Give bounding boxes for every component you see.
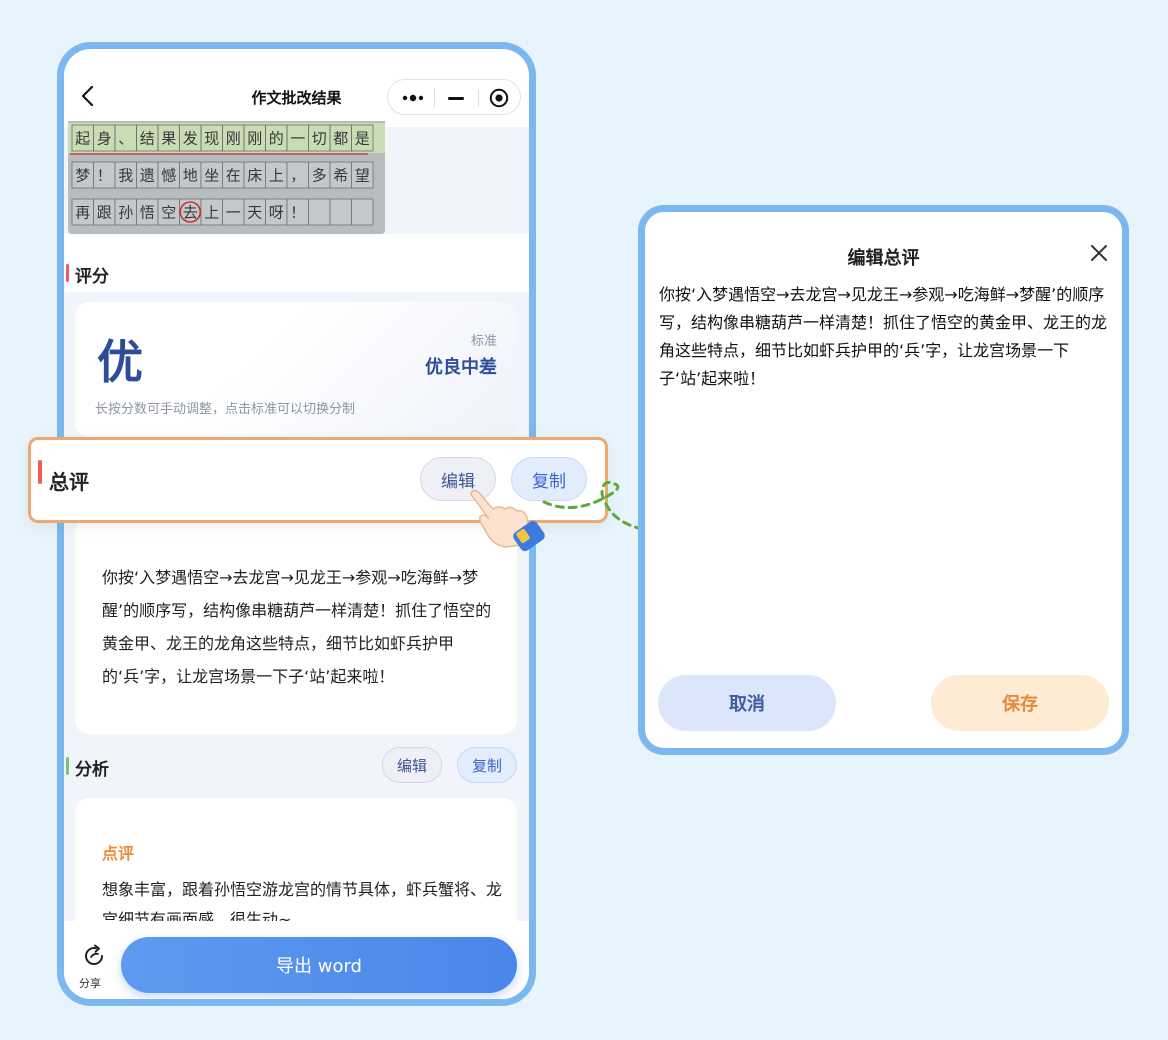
essay-character: 去 [183, 204, 198, 222]
share-icon[interactable] [83, 944, 107, 968]
essay-character: 切 [312, 130, 327, 148]
essay-grid-cell [308, 198, 331, 226]
essay-character: 发 [183, 130, 198, 148]
score-section-header: 评分 [64, 252, 529, 292]
analysis-edit-button[interactable]: 编辑 [382, 747, 442, 783]
summary-section-title: 总评 [49, 470, 89, 494]
cancel-button[interactable]: 取消 [658, 675, 836, 731]
essay-character: ！ [290, 204, 305, 222]
essay-grid-cell [351, 198, 374, 226]
dialog-title: 编辑总评 [847, 248, 920, 269]
essay-character: 悟 [140, 204, 155, 222]
edit-summary-dialog: 编辑总评 你按‘入梦遇悟空→去龙宫→见龙王→参观→吃海鲜→梦醒’的顺序写，结构像… [638, 205, 1129, 755]
essay-character: 地 [183, 167, 198, 185]
essay-character: 果 [161, 130, 176, 148]
capsule-divider [478, 89, 479, 107]
essay-character: 上 [204, 204, 219, 222]
essay-character: 刚 [247, 130, 262, 148]
dialog-text-area[interactable]: 你按‘入梦遇悟空→去龙宫→见龙王→参观→吃海鲜→梦醒’的顺序写，结构像串糖葫芦一… [659, 281, 1111, 393]
capsule-divider [434, 89, 435, 107]
section-accent-bar [38, 460, 42, 484]
essay-character: 起 [75, 130, 90, 148]
score-hint: 长按分数可手动调整，点击标准可以切换分制 [95, 402, 356, 417]
essay-character: ， [290, 167, 305, 185]
share-label[interactable]: 分享 [79, 975, 101, 991]
essay-character: 呀 [269, 204, 284, 222]
essay-character: 望 [355, 167, 370, 185]
essay-character: 坐 [204, 167, 219, 185]
essay-character: 、 [118, 130, 133, 148]
section-accent-bar [66, 264, 69, 282]
essay-character: 结 [140, 130, 155, 148]
phone-screen: 作文批改结果 起身、结果发现刚刚的一切都是梦！我遗憾地坐在床上，多希望再跟孙悟空… [64, 49, 529, 999]
close-icon[interactable] [1090, 244, 1108, 262]
essay-character: 孙 [118, 204, 133, 222]
essay-grid-cell [329, 198, 352, 226]
save-button[interactable]: 保存 [931, 675, 1109, 731]
standard-label: 标准 [470, 334, 497, 349]
summary-card: 你按‘入梦遇悟空→去龙宫→见龙王→参观→吃海鲜→梦醒’的顺序写，结构像串糖葫芦一… [75, 519, 517, 734]
more-dots-icon[interactable] [402, 90, 424, 106]
essay-character: 一 [290, 130, 305, 148]
essay-character: 遗 [140, 167, 155, 185]
essay-character: 都 [333, 130, 348, 148]
essay-character: 憾 [161, 167, 176, 185]
analysis-subtitle: 点评 [102, 844, 135, 863]
grade-value[interactable]: 优 [97, 326, 143, 392]
bottom-action-bar: 分享 导出 word [64, 921, 529, 999]
export-word-button[interactable]: 导出 word [121, 937, 517, 993]
essay-character: 一 [226, 204, 241, 222]
essay-character: 希 [333, 167, 348, 185]
section-accent-bar [66, 757, 69, 775]
essay-character: 现 [204, 130, 219, 148]
summary-text: 你按‘入梦遇悟空→去龙宫→见龙王→参观→吃海鲜→梦醒’的顺序写，结构像串糖葫芦一… [102, 568, 492, 686]
score-card: 优 标准 优良中差 长按分数可手动调整，点击标准可以切换分制 [75, 302, 517, 437]
essay-grid: 起身、结果发现刚刚的一切都是梦！我遗憾地坐在床上，多希望再跟孙悟空去上一天呀！ [68, 123, 385, 226]
essay-character: ！ [97, 167, 112, 185]
essay-character: 天 [247, 204, 262, 222]
essay-character: 身 [97, 130, 112, 148]
analysis-section-header: 分析 编辑 复制 [64, 745, 529, 785]
essay-photo[interactable]: 起身、结果发现刚刚的一切都是梦！我遗憾地坐在床上，多希望再跟孙悟空去上一天呀！ [68, 121, 385, 234]
essay-character: 的 [269, 130, 284, 148]
minus-icon[interactable] [448, 97, 464, 100]
essay-character: 刚 [226, 130, 241, 148]
analysis-section-title: 分析 [75, 760, 109, 780]
essay-character: 跟 [97, 204, 112, 222]
standard-selector[interactable]: 优良中差 [425, 353, 497, 379]
top-nav-bar: 作文批改结果 [64, 49, 529, 127]
essay-character: 多 [312, 167, 327, 185]
essay-character: 在 [226, 167, 241, 185]
target-icon[interactable] [489, 88, 509, 108]
essay-character: 再 [75, 204, 90, 222]
essay-character: 是 [355, 130, 370, 148]
essay-character: 床 [247, 167, 262, 185]
analysis-copy-button[interactable]: 复制 [457, 747, 517, 783]
mini-program-capsule [387, 79, 521, 115]
essay-character: 上 [269, 167, 284, 185]
essay-character: 我 [118, 167, 133, 185]
essay-character: 空 [161, 204, 176, 222]
essay-character: 梦 [75, 167, 90, 185]
score-section-title: 评分 [75, 267, 109, 287]
